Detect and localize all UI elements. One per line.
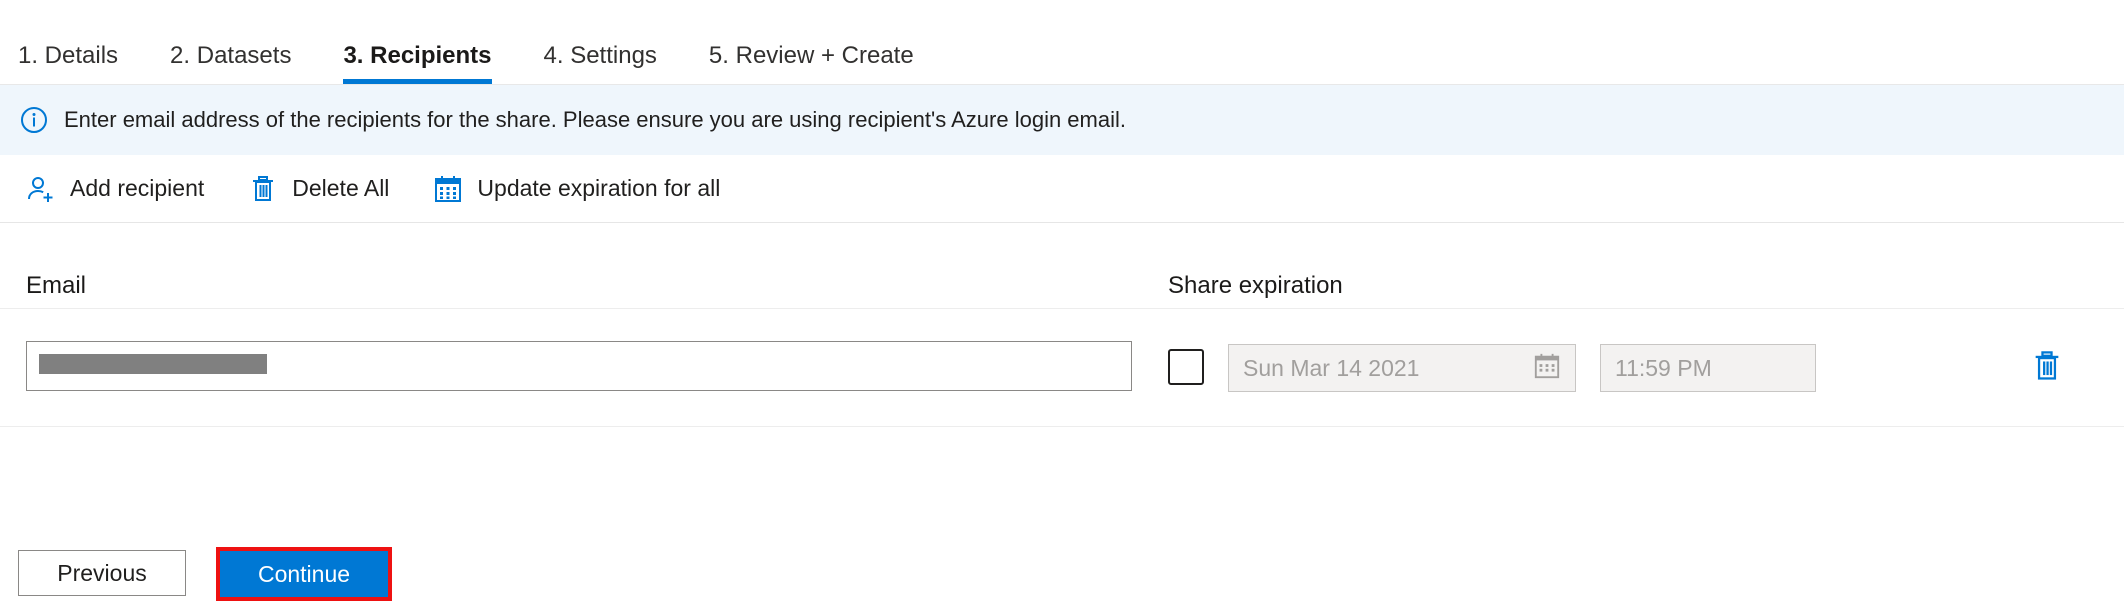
command-toolbar: Add recipient Delete All	[0, 155, 2124, 223]
delete-all-label: Delete All	[292, 175, 389, 202]
update-expiration-button[interactable]: Update expiration for all	[433, 174, 720, 204]
tab-recipients[interactable]: 3. Recipients	[343, 44, 491, 84]
add-recipient-button[interactable]: Add recipient	[26, 174, 204, 204]
info-banner-text: Enter email address of the recipients fo…	[64, 107, 1126, 133]
continue-button[interactable]: Continue	[220, 551, 388, 597]
calendar-icon	[1533, 352, 1561, 385]
delete-all-button[interactable]: Delete All	[248, 174, 389, 204]
wizard-tab-strip: 1. Details 2. Datasets 3. Recipients 4. …	[0, 0, 2124, 85]
info-banner: Enter email address of the recipients fo…	[0, 85, 2124, 155]
delete-row-button[interactable]	[2030, 349, 2064, 383]
tab-review-create[interactable]: 5. Review + Create	[709, 44, 914, 84]
info-circle-icon	[20, 106, 48, 134]
expiration-date-value: Sun Mar 14 2021	[1243, 355, 1419, 382]
calendar-icon	[433, 174, 463, 204]
tab-datasets[interactable]: 2. Datasets	[170, 44, 291, 84]
expiration-date-input[interactable]: Sun Mar 14 2021	[1228, 344, 1576, 392]
expiration-time-value: 11:59 PM	[1615, 355, 1712, 382]
email-redaction-bar	[39, 354, 267, 374]
column-header-share-expiration: Share expiration	[1168, 272, 1343, 300]
tab-settings[interactable]: 4. Settings	[544, 44, 657, 84]
tab-details[interactable]: 1. Details	[18, 44, 118, 84]
expiration-checkbox[interactable]	[1168, 349, 1204, 385]
update-expiration-label: Update expiration for all	[477, 175, 720, 202]
recipients-table-header: Email Share expiration	[0, 253, 2124, 309]
wizard-footer: Previous Continue	[0, 540, 2124, 614]
column-header-email: Email	[26, 272, 86, 300]
expiration-time-input[interactable]: 11:59 PM	[1600, 344, 1816, 392]
person-add-icon	[26, 174, 56, 204]
continue-button-annotation: Continue	[216, 547, 392, 601]
trash-icon	[248, 174, 278, 204]
email-input[interactable]	[26, 341, 1132, 391]
add-recipient-label: Add recipient	[70, 175, 204, 202]
table-row: Sun Mar 14 2021 11:59 PM	[0, 309, 2124, 427]
previous-button[interactable]: Previous	[18, 550, 186, 596]
